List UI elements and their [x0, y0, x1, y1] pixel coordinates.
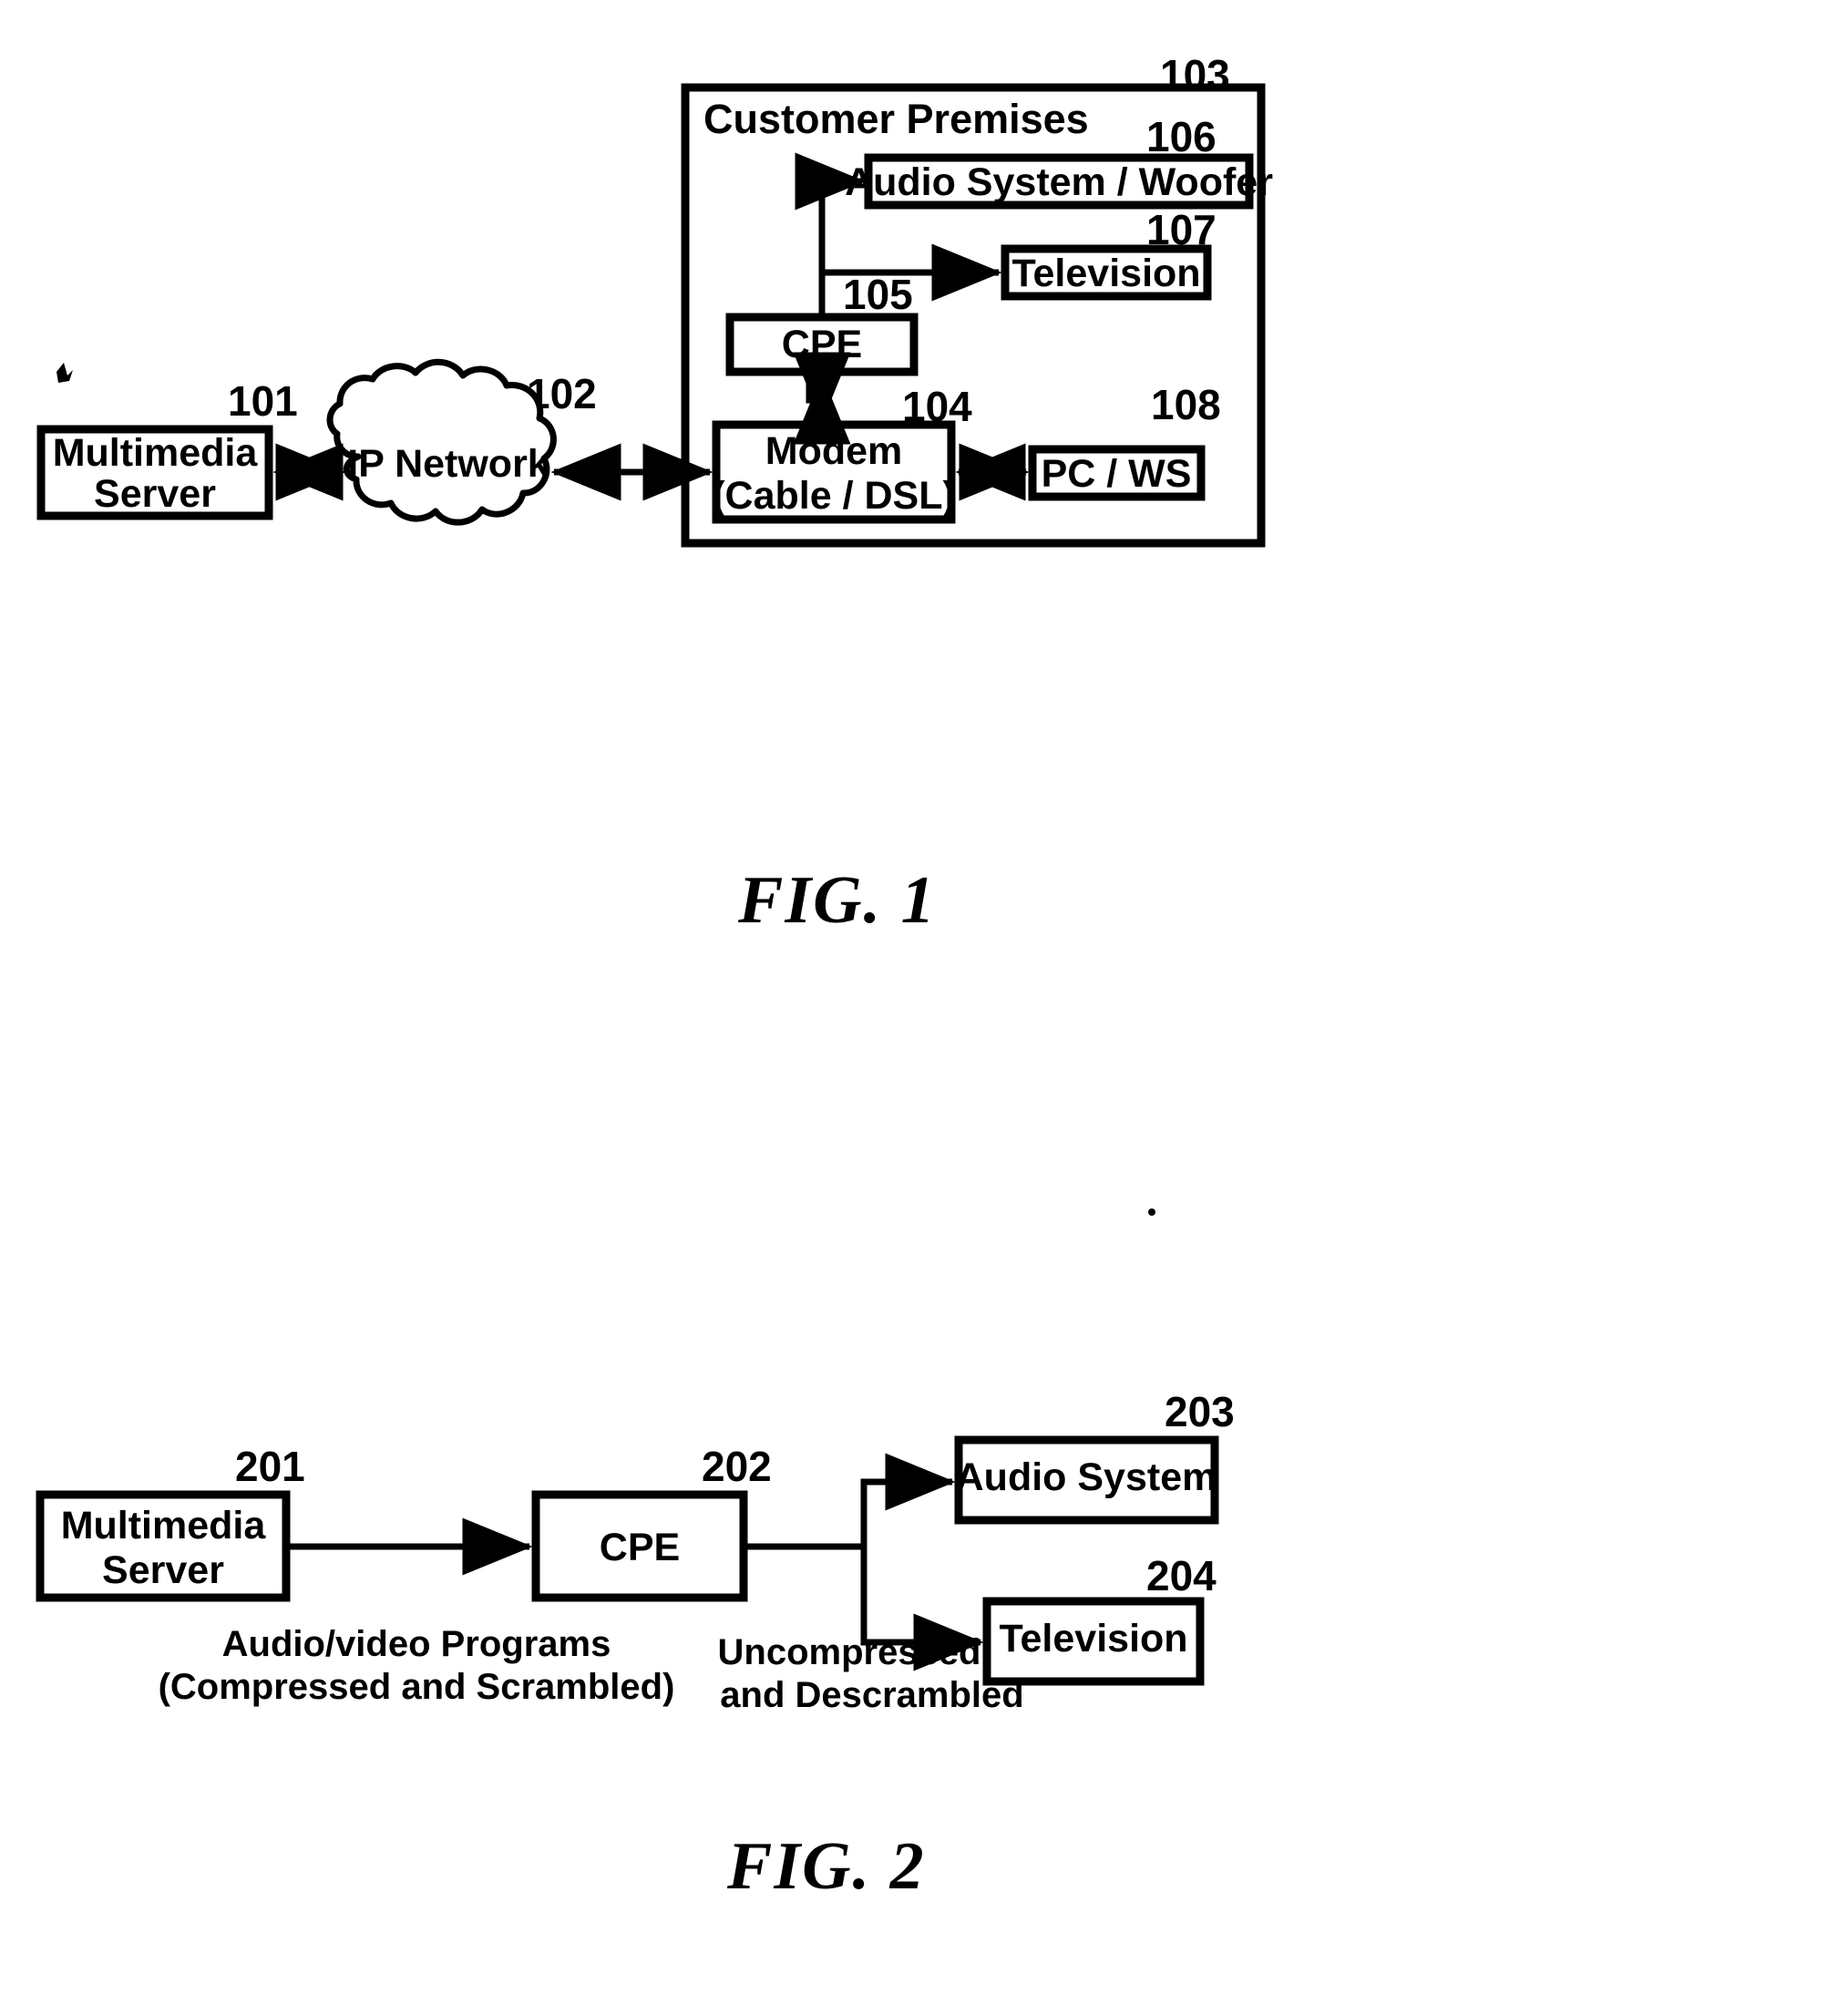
television-label-f2: Television: [999, 1617, 1187, 1661]
multimedia-server-label-line2-f1: Server: [94, 472, 216, 516]
flow-label-output-line1: Uncompressed: [718, 1632, 981, 1672]
figure-canvas: 103 Customer Premises 106 Audio System /…: [36, 51, 1273, 1904]
audio-system-woofer-label: Audio System / Woofer: [845, 160, 1273, 204]
connector-cpe-to-television-f2: [860, 1547, 984, 1671]
television-label: Television: [1011, 252, 1200, 295]
multimedia-server-label-line2-f2: Server: [102, 1548, 224, 1592]
cpe-label-f2: CPE: [600, 1526, 680, 1569]
figure-1-group: 103 Customer Premises 106 Audio System /…: [36, 51, 1273, 938]
ref-203: 203: [1165, 1388, 1235, 1435]
ref-204: 204: [1146, 1552, 1217, 1599]
figure-1-caption: FIG. 1: [737, 863, 937, 938]
flow-label-input-line2: (Compressed and Scrambled): [159, 1667, 675, 1707]
ref-105: 105: [843, 271, 913, 318]
scan-speck-2: [1148, 1208, 1155, 1216]
pc-ws-label: PC / WS: [1042, 452, 1192, 496]
modem-label-line2: (Cable / DSL): [712, 474, 956, 518]
ref-202: 202: [702, 1443, 772, 1490]
cpe-label: CPE: [782, 323, 862, 366]
figure-2-group: 201 Multimedia Server 202 CPE 203 Audio …: [36, 1208, 1235, 1904]
flow-label-output-line2: and Descrambled: [720, 1675, 1023, 1715]
ref-108: 108: [1151, 381, 1221, 428]
customer-premises-title: Customer Premises: [703, 96, 1089, 142]
ref-103: 103: [1160, 51, 1230, 98]
ref-101: 101: [228, 377, 298, 425]
ip-network-label: IP Network: [347, 442, 549, 486]
multimedia-server-label-line1-f2: Multimedia: [61, 1504, 267, 1547]
ref-201: 201: [235, 1443, 305, 1490]
figure-2-caption: FIG. 2: [726, 1829, 926, 1904]
modem-label-line1: Modem: [765, 429, 903, 473]
connector-modem-to-cpe: [793, 352, 851, 445]
multimedia-server-label-line1-f1: Multimedia: [53, 431, 259, 475]
flow-label-input-line1: Audio/video Programs: [222, 1624, 611, 1664]
connector-cpe-to-audio-f2: [860, 1453, 956, 1547]
audio-system-label-f2: Audio System: [956, 1455, 1217, 1499]
scan-speck: [56, 363, 73, 383]
ref-106: 106: [1146, 113, 1217, 160]
patent-figure-sheet: 103 Customer Premises 106 Audio System /…: [0, 0, 1848, 2005]
